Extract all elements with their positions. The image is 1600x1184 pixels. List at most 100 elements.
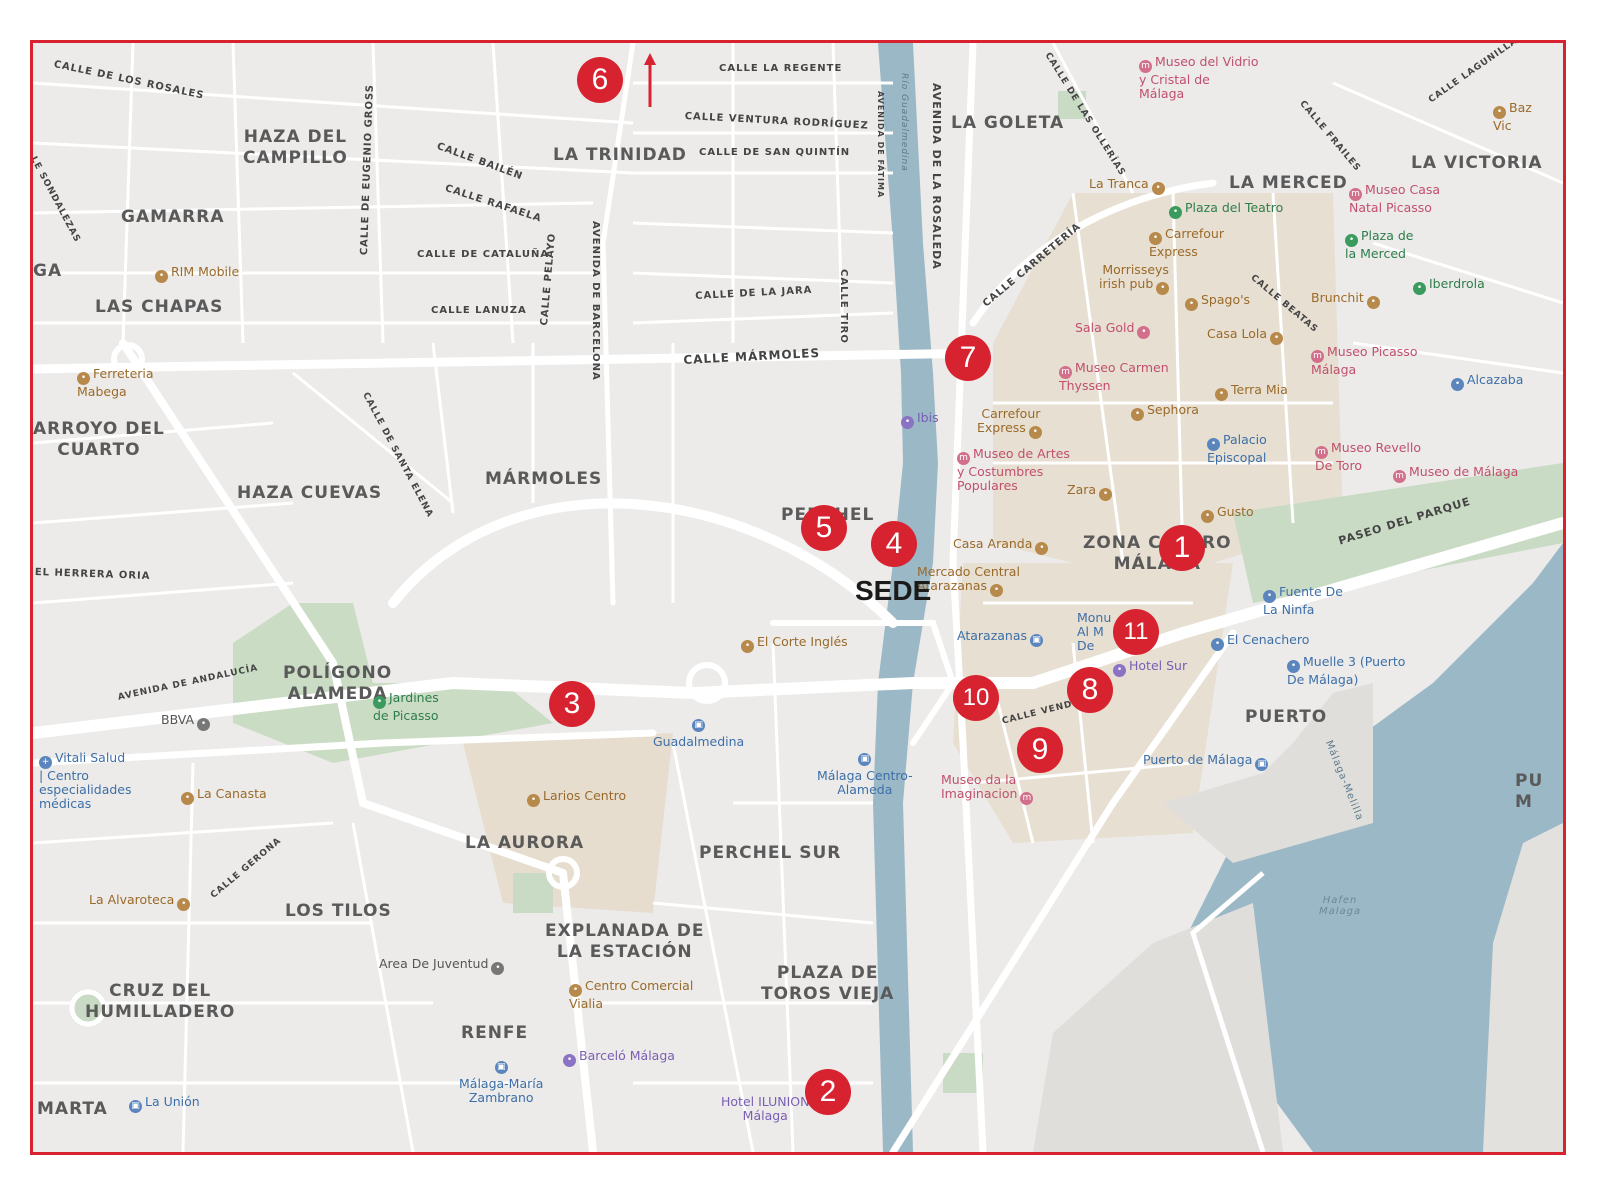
poi-la-tranca[interactable]: La Tranca • [1089,177,1168,195]
restaurant-icon: • [1151,182,1165,195]
poi-el-corte-ingles[interactable]: • El Corte Inglés [741,635,848,653]
poi-vitali[interactable]: + Vitali Salud | Centro especialidades mé… [39,751,132,811]
poi-museo-casa-natal[interactable]: m Museo Casa Natal Picasso [1349,183,1440,215]
map-marker-9[interactable]: 9 [1017,727,1063,773]
poi-morrisseys[interactable]: Morrisseys irish pub • [1099,263,1172,295]
port-icon: ▣ [1255,758,1269,771]
map-marker-3[interactable]: 3 [549,681,595,727]
restaurant-icon: • [1270,332,1284,345]
poi-plaza-teatro[interactable]: • Plaza del Teatro [1169,201,1283,219]
map-marker-8[interactable]: 8 [1067,667,1113,713]
shop-icon: • [1028,426,1042,439]
poi-fuente-ninfa[interactable]: • Fuente De La Ninfa [1263,585,1343,617]
street-avenida-rosaleda: AVENIDA DE LA ROSALEDA [930,83,943,270]
poi-rim-mobile[interactable]: • RIM Mobile [155,265,239,283]
map-marker-7[interactable]: 7 [945,335,991,381]
hotel-icon: • [901,416,914,429]
poi-ibis[interactable]: • Ibis [901,411,939,429]
poi-barcelo[interactable]: • Barceló Málaga [563,1049,675,1067]
poi-sala-gold[interactable]: Sala Gold • [1075,321,1153,339]
poi-guadalmedina[interactable]: ▣ Guadalmedina [653,719,744,749]
district-la-trinidad: LA TRINIDAD [553,145,687,165]
company-icon: • [1413,282,1426,295]
map-marker-11[interactable]: 11 [1113,609,1159,655]
street-calle-cataluna: CALLE DE CATALUÑA [417,249,550,260]
poi-museo-malaga[interactable]: m Museo de Málaga [1393,465,1518,483]
poi-la-canasta[interactable]: • La Canasta [181,787,267,805]
poi-spagos[interactable]: • Spago's [1185,293,1250,311]
poi-museo-carmen[interactable]: m Museo Carmen Thyssen [1059,361,1169,393]
district-ga: GA [33,261,63,281]
landmark-icon: • [1451,378,1464,391]
district-marta: MARTA [37,1099,108,1119]
poi-palacio-episcopal[interactable]: • Palacio Episcopal [1207,433,1267,465]
poi-plaza-merced[interactable]: • Plaza de la Merced [1345,229,1414,261]
district-la-merced: LA MERCED [1229,173,1348,193]
hotel-icon: • [1113,664,1126,677]
poi-sephora[interactable]: • Sephora [1131,403,1199,421]
poi-museo-picasso[interactable]: m Museo Picasso Málaga [1311,345,1417,377]
poi-zara[interactable]: Zara • [1067,483,1115,501]
train-icon: ▣ [494,1061,508,1074]
poi-muelle3[interactable]: • Muelle 3 (Puerto De Málaga) [1287,655,1405,687]
poi-hotel-sur[interactable]: • Hotel Sur [1113,659,1187,677]
map-marker-10[interactable]: 10 [953,675,999,721]
district-plaza-toros: PLAZA DE TOROS VIEJA [761,963,895,1004]
bar-icon: • [1156,282,1170,295]
landmark-icon: • [1211,638,1224,651]
poi-larios[interactable]: • Larios Centro [527,789,626,807]
poi-la-alvaroteca[interactable]: La Alvaroteca • [89,893,193,911]
map-marker-2[interactable]: 2 [805,1069,851,1115]
poi-baz[interactable]: • Baz Vic [1493,101,1532,133]
poi-terra-mia[interactable]: • Terra Mia [1215,383,1288,401]
bus-stop-icon: ▣ [1030,634,1044,647]
shop-icon: • [155,270,168,283]
poi-monumento[interactable]: Monu Al M De [1077,611,1111,653]
map-marker-4[interactable]: 4 [871,521,917,567]
poi-iberdrola[interactable]: • Iberdrola [1413,277,1485,295]
poi-malaga-maria-zambrano[interactable]: ▣ Málaga-María Zambrano [459,1061,543,1105]
market-icon: • [990,584,1004,597]
street-calle-san-quintin: CALLE DE SAN QUINTÍN [699,147,851,158]
restaurant-icon: • [1035,542,1049,555]
poi-hotel-ilunion[interactable]: Hotel ILUNION Málaga [721,1095,810,1123]
poi-carrefour-express-1[interactable]: • Carrefour Express [1149,227,1224,259]
poi-museo-artes[interactable]: m Museo de Artes y Costumbres Populares [957,447,1070,493]
district-las-chapas: LAS CHAPAS [95,297,224,317]
district-gamarra: GAMARRA [121,207,225,227]
poi-malaga-centro-alameda[interactable]: ▣ Málaga Centro- Alameda [817,753,913,797]
poi-museo-vidrio[interactable]: m Museo del Vidrio y Cristal de Málaga [1139,55,1259,101]
poi-ferreteria[interactable]: • Ferreteria Mabega [77,367,154,399]
map-marker-6[interactable]: 6 [577,57,623,103]
poi-museo-imaginacion[interactable]: Museo da la Imaginacion m [941,773,1036,805]
poi-casa-aranda[interactable]: Casa Aranda • [953,537,1051,555]
bank-icon: • [197,718,211,731]
street-rio-guadalmedina: Río Guadalmedina [899,73,909,172]
poi-gusto[interactable]: • Gusto [1201,505,1254,523]
poi-centro-vialia[interactable]: • Centro Comercial Vialia [569,979,693,1011]
poi-alcazaba[interactable]: • Alcazaba [1451,373,1523,391]
map-frame: HAZA DEL CAMPILLO LA TRINIDAD LA GOLETA … [30,40,1566,1155]
poi-puerto-malaga[interactable]: Puerto de Málaga ▣ [1143,753,1271,771]
poi-casa-lola[interactable]: Casa Lola • [1207,327,1286,345]
poi-brunchit[interactable]: Brunchit • [1311,291,1383,309]
shop-icon: • [741,640,754,653]
restaurant-icon: • [1185,298,1198,311]
district-zona-centro: ZONA CENTRO MÁLAGA [1083,533,1231,574]
poi-jardines-picasso[interactable]: • Jardines de Picasso [373,691,439,723]
map-marker-1[interactable]: 1 [1159,525,1205,571]
map-marker-5[interactable]: 5 [801,505,847,551]
poi-la-union[interactable]: ▣ La Unión [129,1095,200,1113]
district-la-aurora: LA AURORA [465,833,585,853]
poi-atarazanas[interactable]: Atarazanas ▣ [957,629,1046,647]
poi-area-juventud[interactable]: Area De Juventud • [379,957,507,975]
shop-icon: • [1099,488,1113,501]
district-puerto: PUERTO [1245,707,1328,727]
poi-mercado[interactable]: Mercado Central Atarazanas • [917,565,1020,597]
poi-el-cenachero[interactable]: • El Cenachero [1211,633,1309,651]
poi-carrefour-express-2[interactable]: Carrefour Express • [977,407,1045,439]
bus-stop-icon: ▣ [692,719,706,732]
district-cruz-humilladero: CRUZ DEL HUMILLADERO [85,981,236,1022]
poi-bbva[interactable]: BBVA • [161,713,213,731]
street-calle-lanuza: CALLE LANUZA [431,305,527,316]
